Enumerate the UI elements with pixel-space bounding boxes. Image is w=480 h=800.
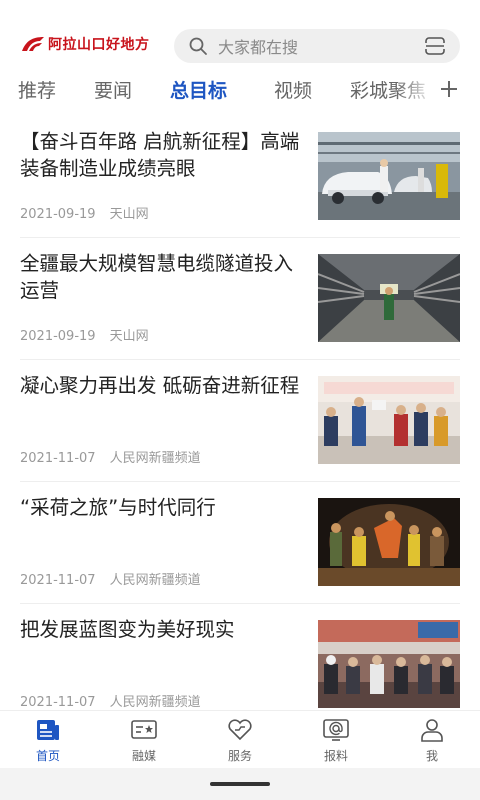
audience-gathering-image: [318, 620, 460, 708]
nav-home[interactable]: 首页: [8, 717, 88, 764]
article-title: “采荷之旅”与时代同行: [20, 496, 216, 519]
nav-report[interactable]: 报料: [296, 717, 376, 764]
channel-tabs: 推荐 要闻 总目标 视频 彩城聚焦: [0, 72, 480, 112]
article-meta: 2021-11-07 人民网新疆频道: [20, 569, 201, 588]
media-card-icon: [131, 720, 157, 739]
logo-text: 阿拉山口好地方: [48, 37, 150, 53]
article-source: 天山网: [109, 329, 149, 344]
article-item[interactable]: “采荷之旅”与时代同行 2021-11-07 人民网新疆频道: [20, 482, 460, 604]
app-logo[interactable]: 阿拉山口好地方: [20, 34, 150, 54]
add-channel-icon[interactable]: [438, 78, 460, 100]
article-meta: 2021-09-19 天山网: [20, 203, 149, 222]
nav-label: 融媒: [131, 749, 156, 763]
nav-label: 报料: [323, 749, 348, 763]
article-title: 把发展蓝图变为美好现实: [20, 618, 235, 641]
article-date: 2021-11-07: [20, 695, 96, 710]
report-at-icon: [323, 719, 349, 741]
nav-me[interactable]: 我: [392, 717, 472, 764]
app-header: 阿拉山口好地方 大家都在搜: [0, 0, 480, 72]
search-placeholder: 大家都在搜: [218, 38, 299, 57]
article-source: 天山网: [109, 207, 149, 222]
article-title: 【奋斗百年路 启航新征程】高端装备制造业成绩亮眼: [20, 130, 300, 180]
nav-label: 服务: [227, 749, 252, 763]
cable-tunnel-image: [318, 254, 460, 342]
tab-general-goal[interactable]: 总目标: [170, 76, 227, 103]
tab-recommend[interactable]: 推荐: [18, 76, 56, 103]
home-indicator[interactable]: [210, 782, 270, 786]
nav-service[interactable]: 服务: [200, 717, 280, 764]
article-date: 2021-11-07: [20, 573, 96, 588]
article-source: 人民网新疆频道: [109, 573, 201, 588]
article-item[interactable]: 全疆最大规模智慧电缆隧道投入运营 2021-09-19 天山网: [20, 238, 460, 360]
group-meeting-image: [318, 376, 460, 464]
article-item[interactable]: 把发展蓝图变为美好现实 2021-11-07 人民网新疆频道: [20, 604, 460, 726]
tab-headlines[interactable]: 要闻: [94, 76, 132, 103]
nav-label: 首页: [35, 749, 60, 763]
article-date: 2021-11-07: [20, 451, 96, 466]
article-meta: 2021-09-19 天山网: [20, 325, 149, 344]
person-icon: [421, 719, 443, 742]
article-meta: 2021-11-07 人民网新疆频道: [20, 447, 201, 466]
article-source: 人民网新疆频道: [109, 451, 201, 466]
article-date: 2021-09-19: [20, 207, 96, 222]
article-date: 2021-09-19: [20, 329, 96, 344]
nav-label: 我: [425, 749, 438, 763]
search-icon: [189, 37, 207, 55]
article-meta: 2021-11-07 人民网新疆频道: [20, 691, 201, 710]
article-title: 全疆最大规模智慧电缆隧道投入运营: [20, 252, 294, 302]
factory-assembly-line-image: [318, 132, 460, 220]
bottom-navigation: 首页 融媒 服务 报料 我: [0, 710, 480, 768]
search-bar[interactable]: 大家都在搜: [174, 29, 460, 63]
article-title: 凝心聚力再出发 砥砺奋进新征程: [20, 374, 300, 397]
system-navigation-bar: [0, 768, 480, 800]
heart-service-icon: [228, 719, 252, 741]
stage-dance-image: [318, 498, 460, 586]
tab-video[interactable]: 视频: [274, 76, 312, 103]
tab-fade: [396, 72, 436, 112]
article-item[interactable]: 【奋斗百年路 启航新征程】高端装备制造业成绩亮眼 2021-09-19 天山网: [20, 116, 460, 238]
home-news-icon: [37, 720, 59, 740]
scan-icon[interactable]: [424, 36, 446, 56]
nav-media[interactable]: 融媒: [104, 717, 184, 764]
article-item[interactable]: 凝心聚力再出发 砥砺奋进新征程 2021-11-07 人民网新疆频道: [20, 360, 460, 482]
logo-mark-icon: [22, 37, 44, 51]
article-source: 人民网新疆频道: [109, 695, 201, 710]
